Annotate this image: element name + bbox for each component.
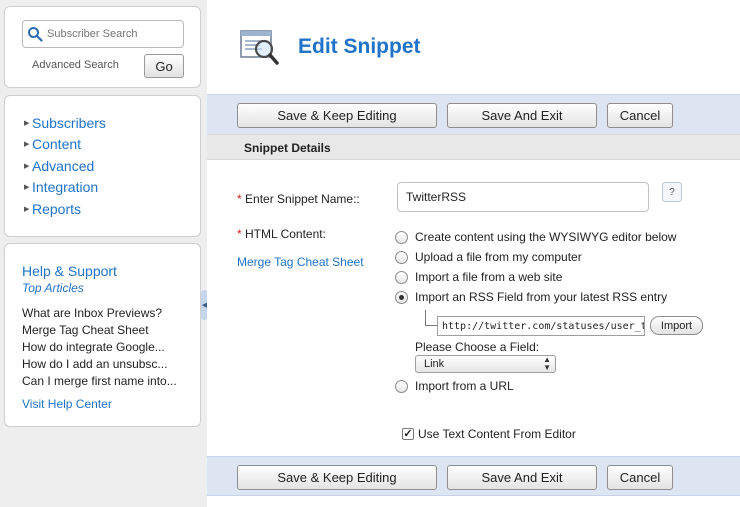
nav-panel: ▶ Subscribers ▶ Content ▶ Advanced ▶ Integra… [4,95,201,237]
html-content-label-text: HTML Content: [245,227,326,241]
option-label: Create content using the WYSIWYG editor … [415,230,677,244]
save-keep-editing-button[interactable]: Save & Keep Editing [237,465,437,490]
rss-url-input[interactable] [437,316,645,336]
nav-item-label: Subscribers [32,114,106,131]
nav-item-advanced[interactable]: ▶ Advanced [24,155,106,177]
arrow-right-icon: ▶ [24,162,30,170]
question-icon-glyph: ? [669,186,675,198]
use-text-content-label: Use Text Content From Editor [418,427,576,441]
help-title: Help & Support [22,263,117,279]
arrow-right-icon: ▶ [24,119,30,127]
required-marker: * [237,227,242,241]
save-and-exit-button[interactable]: Save And Exit [447,465,597,490]
field-select[interactable]: Link ▲ ▼ [415,355,556,373]
radio-button[interactable] [395,270,408,284]
help-panel: Help & Support Top Articles What are Inb… [4,243,201,427]
snippet-magnifier-icon [240,30,279,65]
nav-item-reports[interactable]: ▶ Reports [24,198,106,220]
required-marker: * [237,192,242,206]
page-header: Edit Snippet [207,0,740,92]
nav-list: ▶ Subscribers ▶ Content ▶ Advanced ▶ Integra… [24,112,106,220]
question-icon[interactable]: ? [662,182,682,202]
option-wysiwyg[interactable]: Create content using the WYSIWYG editor … [395,230,676,244]
html-content-label: * HTML Content: [237,227,326,241]
section-title: Snippet Details [244,141,331,155]
field-select-value: Link [424,358,445,370]
go-button[interactable]: Go [144,54,184,78]
help-article-link[interactable]: Can I merge first name into... [22,373,177,390]
section-header: Snippet Details [207,134,740,160]
snippet-name-label: * Enter Snippet Name:: [237,192,360,206]
nav-item-label: Reports [32,200,82,217]
help-article-list: What are Inbox Previews? Merge Tag Cheat… [22,305,177,390]
radio-button[interactable] [395,250,408,264]
help-article-link[interactable]: How do I add an unsubsc... [22,356,177,373]
checkmark-icon: ✓ [403,428,413,440]
save-and-exit-button[interactable]: Save And Exit [447,103,597,128]
option-upload[interactable]: Upload a file from my computer [395,250,582,264]
search-icon [28,27,43,42]
option-label: Import from a URL [415,379,514,393]
option-label: Import a file from a web site [415,270,563,284]
arrow-right-icon: ▶ [24,205,30,213]
radio-button[interactable] [395,230,408,244]
main-content: Edit Snippet Save & Keep Editing Save An… [207,0,740,507]
top-toolbar: Save & Keep Editing Save And Exit Cancel [207,94,740,134]
search-panel: Advanced Search Go [4,6,201,88]
merge-tag-cheat-sheet-link[interactable]: Merge Tag Cheat Sheet [237,255,364,269]
nav-item-subscribers[interactable]: ▶ Subscribers [24,112,106,134]
nav-item-label: Content [32,136,82,153]
checkbox-checked[interactable]: ✓ [402,428,414,440]
page-title: Edit Snippet [298,35,421,58]
visit-help-center-link[interactable]: Visit Help Center [22,397,112,411]
arrow-right-icon: ▶ [24,141,30,149]
subscriber-search-box[interactable] [22,20,184,48]
cancel-button[interactable]: Cancel [607,103,673,128]
field-prompt-label: Please Choose a Field: [415,340,540,354]
chevron-down-icon: ▲ ▼ [543,355,551,372]
radio-button-selected[interactable] [395,290,408,304]
help-article-link[interactable]: Merge Tag Cheat Sheet [22,322,177,339]
use-text-content-option[interactable]: ✓ Use Text Content From Editor [402,427,576,441]
nav-item-content[interactable]: ▶ Content [24,134,106,156]
option-import-url[interactable]: Import from a URL [395,379,514,393]
snippet-name-label-text: Enter Snippet Name:: [245,192,360,206]
option-label: Upload a file from my computer [415,250,582,264]
nav-item-integration[interactable]: ▶ Integration [24,177,106,199]
option-import-web[interactable]: Import a file from a web site [395,270,562,284]
nav-item-label: Integration [32,179,99,196]
tree-connector [425,310,437,326]
radio-button[interactable] [395,379,408,393]
help-article-link[interactable]: How do integrate Google... [22,339,177,356]
save-keep-editing-button[interactable]: Save & Keep Editing [237,103,437,128]
option-import-rss[interactable]: Import an RSS Field from your latest RSS… [395,290,667,304]
option-label: Import an RSS Field from your latest RSS… [415,290,668,304]
nav-item-label: Advanced [32,157,95,174]
advanced-search-link[interactable]: Advanced Search [32,59,119,71]
import-button[interactable]: Import [650,316,703,335]
arrow-right-icon: ▶ [24,184,30,192]
bottom-toolbar: Save & Keep Editing Save And Exit Cancel [207,456,740,496]
subscriber-search-input[interactable] [47,28,177,40]
snippet-name-input[interactable] [397,182,649,212]
help-subtitle: Top Articles [22,281,84,295]
cancel-button[interactable]: Cancel [607,465,673,490]
help-article-link[interactable]: What are Inbox Previews? [22,305,177,322]
